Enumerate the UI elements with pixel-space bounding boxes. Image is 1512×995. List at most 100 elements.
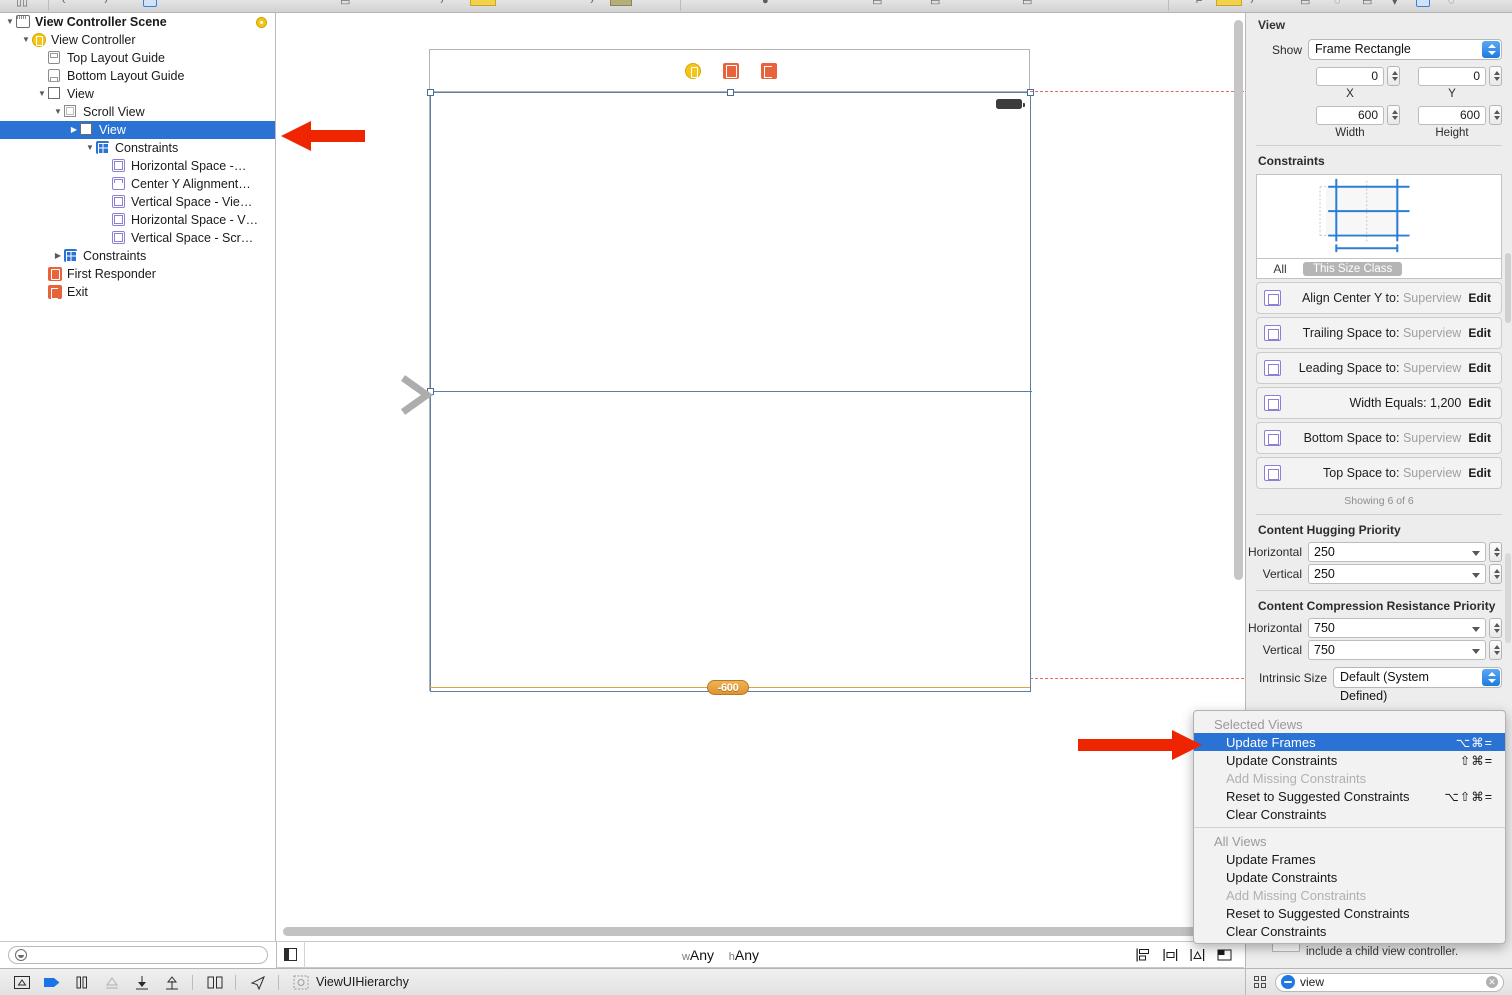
constraint-row[interactable]: Bottom Space to: Superview Edit xyxy=(1256,422,1502,454)
view-controller-icon[interactable] xyxy=(684,62,701,79)
outline-row[interactable]: ▸ Vertical Space - Vie… xyxy=(0,193,275,211)
toolbar-identity-inspector-icon[interactable]: ▭ xyxy=(1362,0,1372,8)
location-icon[interactable] xyxy=(250,975,266,990)
disclosure-triangle[interactable]: ▼ xyxy=(36,90,48,98)
outline-row[interactable]: ▸ First Responder xyxy=(0,265,275,283)
toolbar-panels-icon[interactable]: ▯▯ xyxy=(16,0,28,8)
height-field[interactable]: 600 xyxy=(1418,105,1486,125)
step-over-icon[interactable] xyxy=(104,975,120,990)
toolbar-quick-help-icon[interactable]: ◌ xyxy=(1334,0,1341,7)
selection-handle-tl[interactable] xyxy=(427,89,434,96)
size-class-all-tab[interactable]: All xyxy=(1257,262,1303,276)
toolbar-item-b[interactable]: › xyxy=(440,0,444,7)
outline-row[interactable]: ▼ View Controller xyxy=(0,31,275,49)
toolbar-file-inspector-icon[interactable]: ▭ xyxy=(1300,0,1310,8)
outline-row[interactable]: ▶ View xyxy=(0,121,275,139)
toolbar-circle-icon[interactable]: ● xyxy=(762,0,769,7)
constraints-diagram[interactable] xyxy=(1256,174,1502,259)
x-field[interactable]: 0 xyxy=(1316,66,1384,86)
constraint-row[interactable]: Trailing Space to: Superview Edit xyxy=(1256,317,1502,349)
outline-row[interactable]: ▸ Center Y Alignment… xyxy=(0,175,275,193)
toolbar-size-inspector-icon[interactable] xyxy=(1416,0,1430,7)
outline-row[interactable]: ▶ Constraints xyxy=(0,247,275,265)
size-class-control[interactable]: wAny hAny xyxy=(305,947,1136,963)
constraint-edit-button[interactable]: Edit xyxy=(1468,291,1501,305)
step-into-icon[interactable] xyxy=(134,975,150,990)
hierarchy-icon[interactable] xyxy=(293,975,309,990)
breadcrumb[interactable]: ViewUIHierarchy xyxy=(316,975,409,989)
toolbar-storyboard-icon[interactable] xyxy=(143,0,157,7)
toolbar-item-d[interactable] xyxy=(610,0,632,6)
constraint-row[interactable]: Top Space to: Superview Edit xyxy=(1256,457,1502,489)
size-class-this-tab[interactable]: This Size Class xyxy=(1303,261,1403,276)
outline-row[interactable]: ▼ Constraints xyxy=(0,139,275,157)
pin-icon[interactable] xyxy=(1163,948,1178,962)
align-icon[interactable] xyxy=(1136,948,1151,962)
show-debug-area-icon[interactable] xyxy=(14,975,30,990)
constraint-edit-button[interactable]: Edit xyxy=(1468,431,1501,445)
disclosure-triangle[interactable]: ▶ xyxy=(52,252,64,260)
menu-item[interactable]: Reset to Suggested Constraints ⌥⇧⌘= xyxy=(1194,787,1505,805)
constraint-edit-button[interactable]: Edit xyxy=(1468,326,1501,340)
constraint-edit-button[interactable]: Edit xyxy=(1468,466,1501,480)
width-field[interactable]: 600 xyxy=(1316,105,1384,125)
menu-item[interactable]: Clear Constraints xyxy=(1194,805,1505,823)
constraint-row[interactable]: Width Equals: 1,200 Edit xyxy=(1256,387,1502,419)
y-stepper[interactable] xyxy=(1489,66,1502,86)
compression-horizontal-combo[interactable]: 750 xyxy=(1308,618,1486,638)
outline-filter-field[interactable] xyxy=(8,946,268,964)
storyboard-canvas[interactable]: -600 xyxy=(277,13,1244,921)
hugging-horizontal-stepper[interactable] xyxy=(1489,542,1502,562)
scene-dock[interactable] xyxy=(430,50,1031,92)
grid-view-icon[interactable] xyxy=(1254,975,1267,989)
toolbar-attributes-inspector-icon[interactable]: ▾ xyxy=(1392,0,1398,8)
toolbar-connections-inspector-icon[interactable]: ◌ xyxy=(1448,0,1455,7)
toolbar-item-j[interactable]: › xyxy=(1250,0,1254,7)
y-field[interactable]: 0 xyxy=(1418,66,1486,86)
x-stepper[interactable] xyxy=(1387,66,1400,86)
toolbar-back-icon[interactable]: ‹ xyxy=(62,0,66,7)
outline-row[interactable]: ▼ View Controller Scene xyxy=(0,13,275,31)
hugging-vertical-stepper[interactable] xyxy=(1489,564,1502,584)
stack-icon[interactable] xyxy=(1217,948,1232,962)
document-outline[interactable]: ▼View Controller Scene▼View Controller▸T… xyxy=(0,13,276,941)
disclosure-triangle[interactable]: ▼ xyxy=(84,144,96,152)
intrinsic-size-popup[interactable]: Default (System Defined) xyxy=(1333,667,1502,703)
menu-item[interactable]: Update Constraints xyxy=(1194,868,1505,886)
toolbar-item-c[interactable]: › xyxy=(590,0,594,7)
compression-vertical-stepper[interactable] xyxy=(1489,640,1502,660)
exit-icon[interactable] xyxy=(760,62,777,79)
pause-icon[interactable] xyxy=(74,975,90,990)
width-constraint-badge[interactable]: -600 xyxy=(707,680,749,695)
disclosure-triangle[interactable]: ▶ xyxy=(68,126,80,134)
disclosure-triangle[interactable]: ▼ xyxy=(52,108,64,116)
height-stepper[interactable] xyxy=(1489,105,1502,125)
view-controller-scene-canvas[interactable] xyxy=(427,49,1034,695)
continue-icon[interactable] xyxy=(44,975,60,990)
clear-icon[interactable]: ✕ xyxy=(1486,976,1498,988)
constraint-row[interactable]: Align Center Y to: Superview Edit xyxy=(1256,282,1502,314)
library-filter-bar[interactable]: view ✕ xyxy=(1245,968,1512,995)
inspector-scrollbar-secondary[interactable] xyxy=(1505,553,1511,643)
step-out-icon[interactable] xyxy=(164,975,180,990)
scene-status-badge[interactable] xyxy=(256,17,267,28)
menu-item[interactable]: Update Constraints ⇧⌘= xyxy=(1194,751,1505,769)
inspector-scrollbar[interactable] xyxy=(1505,253,1511,323)
toolbar-item-a[interactable]: ▭ xyxy=(340,0,350,8)
canvas-horizontal-scrollbar[interactable] xyxy=(277,924,1240,938)
toolbar-item-f[interactable]: ▭ xyxy=(930,0,940,8)
compression-horizontal-stepper[interactable] xyxy=(1489,618,1502,638)
menu-item[interactable]: Clear Constraints xyxy=(1194,922,1505,940)
hugging-vertical-combo[interactable]: 250 xyxy=(1308,564,1486,584)
size-class-selector[interactable]: All This Size Class xyxy=(1256,259,1502,279)
toolbar-item-i[interactable] xyxy=(1216,0,1242,6)
menu-item[interactable]: Update Frames xyxy=(1194,850,1505,868)
toggle-outline-button[interactable] xyxy=(277,941,305,968)
outline-row[interactable]: ▸ Horizontal Space - V… xyxy=(0,211,275,229)
library-search-field[interactable]: view ✕ xyxy=(1275,972,1504,992)
toolbar-forward-icon[interactable]: › xyxy=(104,0,108,7)
outline-row[interactable]: ▸ Top Layout Guide xyxy=(0,49,275,67)
constraint-edit-button[interactable]: Edit xyxy=(1468,396,1501,410)
constraint-edit-button[interactable]: Edit xyxy=(1468,361,1501,375)
outline-row[interactable]: ▼ Scroll View xyxy=(0,103,275,121)
